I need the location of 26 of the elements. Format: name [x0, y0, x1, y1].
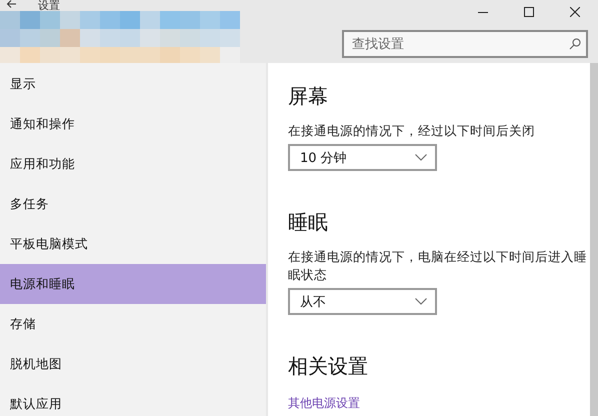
search-icon — [569, 38, 581, 50]
chevron-icon — [415, 154, 427, 161]
sidebar-item[interactable]: 通知和操作 — [0, 104, 266, 144]
section-description: 在接通电源的情况下，电脑在经过以下时间后进入睡眠状态 — [288, 248, 588, 284]
sidebar-item[interactable]: 存储 — [0, 304, 266, 344]
chevron-icon — [415, 298, 427, 305]
section-description: 在接通电源的情况下，经过以下时间后关闭 — [288, 122, 536, 140]
scrollbar[interactable] — [590, 63, 598, 416]
power-settings-link[interactable]: 其他电源设置 — [288, 396, 360, 410]
sidebar-item[interactable]: 默认应用 — [0, 384, 266, 416]
sidebar-item[interactable]: 应用和功能 — [0, 144, 266, 184]
search-field[interactable]: 查找设置 — [342, 30, 588, 58]
sidebar-item[interactable]: 显示 — [0, 64, 266, 104]
close-icon — [570, 7, 580, 17]
sidebar-item[interactable]: 平板电脑模式 — [0, 224, 266, 264]
sidebar-item[interactable]: 多任务 — [0, 184, 266, 224]
sidebar-item[interactable]: 电源和睡眠 — [0, 264, 266, 304]
time-dropdown[interactable]: 从不 — [288, 288, 437, 315]
maximize-icon — [524, 7, 534, 17]
time-dropdown[interactable]: 10 分钟 — [288, 144, 437, 171]
section-heading: 相关设置 — [288, 353, 369, 380]
sidebar-item[interactable]: 脱机地图 — [0, 344, 266, 384]
section-heading: 屏幕 — [288, 83, 329, 110]
section-heading: 睡眠 — [288, 209, 329, 236]
back-icon[interactable] — [6, 0, 16, 8]
window-title: 设置 — [38, 0, 60, 12]
